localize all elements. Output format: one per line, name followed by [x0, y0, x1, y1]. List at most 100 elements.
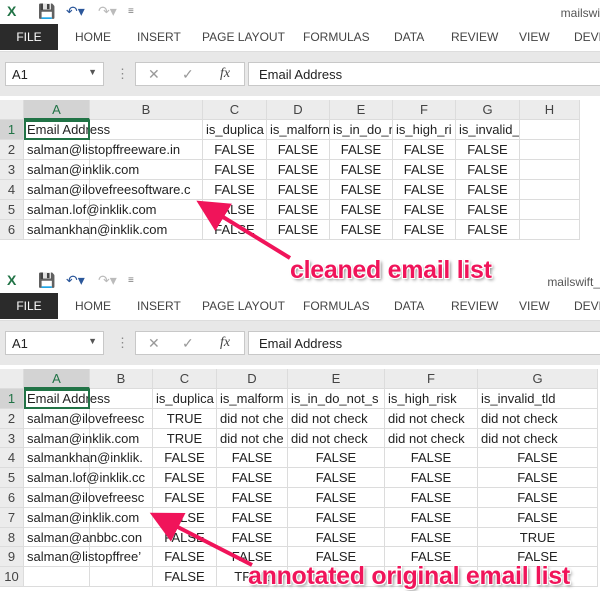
- tab-home[interactable]: HOME: [75, 299, 111, 313]
- column-header-e[interactable]: E: [330, 100, 393, 120]
- cell-d4[interactable]: FALSE: [217, 448, 288, 469]
- cell-g2[interactable]: FALSE: [456, 140, 520, 160]
- cell-d4[interactable]: FALSE: [267, 180, 330, 200]
- tab-file[interactable]: FILE: [0, 24, 58, 50]
- insert-function-icon[interactable]: fx: [220, 66, 230, 82]
- tab-data[interactable]: DATA: [394, 30, 424, 44]
- row-header-10[interactable]: 10: [0, 567, 24, 587]
- column-header-a[interactable]: A: [24, 100, 90, 120]
- cell-d3[interactable]: FALSE: [267, 160, 330, 180]
- cell-f6[interactable]: FALSE: [385, 488, 478, 508]
- select-all-corner[interactable]: [0, 369, 24, 389]
- cell-g3[interactable]: did not check: [478, 428, 598, 449]
- cell-d7[interactable]: FALSE: [217, 507, 288, 528]
- row-header-1[interactable]: 1: [0, 120, 24, 140]
- cancel-icon[interactable]: ✕: [148, 335, 160, 352]
- cell-g1[interactable]: is_invalid_tld: [456, 120, 520, 140]
- cell-f8[interactable]: FALSE: [385, 527, 478, 548]
- tab-view[interactable]: VIEW: [519, 30, 550, 44]
- cell-e2[interactable]: FALSE: [330, 140, 393, 160]
- cell-e5[interactable]: FALSE: [330, 200, 393, 220]
- cell-c3[interactable]: TRUE: [153, 428, 217, 449]
- row-header-6[interactable]: 6: [0, 488, 24, 508]
- column-header-f[interactable]: F: [385, 369, 478, 389]
- tab-formulas[interactable]: FORMULAS: [303, 30, 370, 44]
- enter-check-icon[interactable]: ✓: [182, 335, 194, 352]
- cell-e4[interactable]: FALSE: [330, 180, 393, 200]
- column-header-c[interactable]: C: [153, 369, 217, 389]
- cell-c2[interactable]: TRUE: [153, 408, 217, 429]
- cell-e1[interactable]: is_in_do_not_s: [288, 389, 385, 409]
- column-header-f[interactable]: F: [393, 100, 456, 120]
- cell-h3[interactable]: [520, 160, 580, 180]
- cell-d5[interactable]: FALSE: [217, 468, 288, 488]
- cell-a2[interactable]: salman@ilovefreesc: [24, 408, 144, 429]
- cell-f2[interactable]: FALSE: [393, 140, 456, 160]
- tab-home[interactable]: HOME: [75, 30, 111, 44]
- row-header-4[interactable]: 4: [0, 448, 24, 469]
- cell-c2[interactable]: FALSE: [203, 140, 267, 160]
- cell-g7[interactable]: FALSE: [478, 507, 598, 528]
- cell-e6[interactable]: FALSE: [330, 220, 393, 240]
- cell-h4[interactable]: [520, 180, 580, 200]
- cell-a5[interactable]: salman.lof@inklik.cc: [24, 468, 145, 488]
- column-header-g[interactable]: G: [456, 100, 520, 120]
- cell-d6[interactable]: FALSE: [217, 488, 288, 508]
- cell-c8[interactable]: FALSE: [153, 527, 217, 548]
- row-header-5[interactable]: 5: [0, 200, 24, 220]
- cell-e3[interactable]: FALSE: [330, 160, 393, 180]
- cell-c6[interactable]: FALSE: [153, 488, 217, 508]
- cell-g4[interactable]: FALSE: [456, 180, 520, 200]
- cell-g2[interactable]: did not check: [478, 408, 598, 429]
- row-header-6[interactable]: 6: [0, 220, 24, 240]
- row-header-8[interactable]: 8: [0, 527, 24, 548]
- chevron-down-icon[interactable]: ▼: [88, 336, 97, 346]
- cell-h5[interactable]: [520, 200, 580, 220]
- cell-a4[interactable]: salmankhan@inklik.: [24, 448, 143, 469]
- column-header-b[interactable]: B: [90, 369, 153, 389]
- cell-a9[interactable]: salman@listopffree’: [24, 547, 141, 568]
- cell-d3[interactable]: did not che: [217, 428, 288, 449]
- cell-f7[interactable]: FALSE: [385, 507, 478, 528]
- cell-a7[interactable]: salman@inklik.com: [24, 507, 139, 528]
- cell-e4[interactable]: FALSE: [288, 448, 385, 469]
- column-header-b[interactable]: B: [90, 100, 203, 120]
- cell-g8[interactable]: TRUE: [478, 527, 598, 548]
- row-header-9[interactable]: 9: [0, 547, 24, 568]
- column-header-h[interactable]: H: [520, 100, 580, 120]
- row-header-1[interactable]: 1: [0, 389, 24, 409]
- cell-f4[interactable]: FALSE: [385, 448, 478, 469]
- formula-input[interactable]: Email Address: [248, 62, 600, 86]
- row-header-3[interactable]: 3: [0, 428, 24, 449]
- insert-function-icon[interactable]: fx: [220, 335, 230, 351]
- cell-d8[interactable]: FALSE: [217, 527, 288, 548]
- cell-c4[interactable]: FALSE: [203, 180, 267, 200]
- row-header-5[interactable]: 5: [0, 468, 24, 488]
- cell-e6[interactable]: FALSE: [288, 488, 385, 508]
- column-header-d[interactable]: D: [217, 369, 288, 389]
- cell-b10[interactable]: [90, 567, 153, 587]
- cell-e1[interactable]: is_in_do_n: [330, 120, 393, 140]
- cell-h2[interactable]: [520, 140, 580, 160]
- cell-g4[interactable]: FALSE: [478, 448, 598, 469]
- cell-c4[interactable]: FALSE: [153, 448, 217, 469]
- cell-c7[interactable]: FALSE: [153, 507, 217, 528]
- tab-review[interactable]: REVIEW: [451, 299, 498, 313]
- cell-a3[interactable]: salman@inklik.com: [24, 428, 139, 449]
- cell-f1[interactable]: is_high_ri: [393, 120, 456, 140]
- cell-g5[interactable]: FALSE: [478, 468, 598, 488]
- cell-a1[interactable]: Email Address: [24, 389, 110, 409]
- undo-icon[interactable]: ↶▾: [66, 272, 85, 289]
- redo-icon[interactable]: ↷▾: [98, 272, 117, 289]
- tab-insert[interactable]: INSERT: [137, 30, 181, 44]
- undo-icon[interactable]: ↶▾: [66, 3, 85, 20]
- formula-input[interactable]: Email Address: [248, 331, 600, 355]
- enter-check-icon[interactable]: ✓: [182, 66, 194, 83]
- cell-g6[interactable]: FALSE: [478, 488, 598, 508]
- tab-view[interactable]: VIEW: [519, 299, 550, 313]
- tab-deve[interactable]: DEVE: [574, 299, 600, 313]
- cell-c10[interactable]: FALSE: [153, 567, 217, 587]
- cell-a8[interactable]: salman@anbbc.con: [24, 527, 142, 548]
- cell-d2[interactable]: did not che: [217, 408, 288, 429]
- tab-insert[interactable]: INSERT: [137, 299, 181, 313]
